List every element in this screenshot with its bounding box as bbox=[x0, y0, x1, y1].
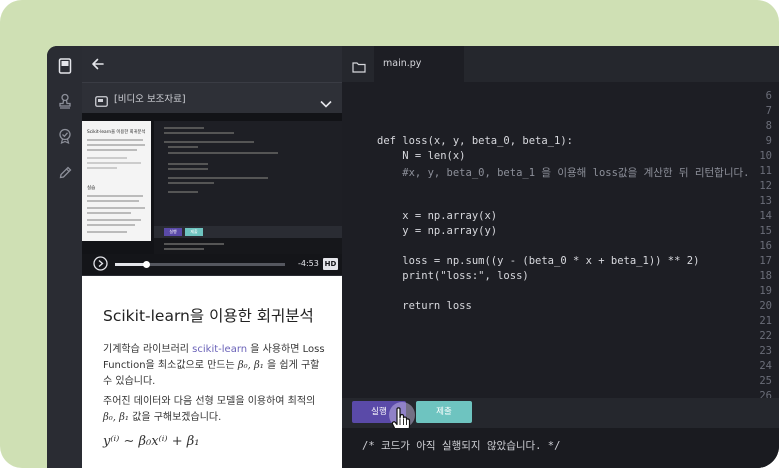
line-number: 13 bbox=[759, 195, 772, 207]
panel-header bbox=[82, 46, 342, 82]
code-area[interactable]: 6 7 8 9 def loss(x, y, beta_0, beta_1): 10 N … bbox=[342, 82, 779, 398]
back-arrow-icon[interactable] bbox=[91, 56, 105, 75]
line-number: 9 bbox=[765, 135, 772, 147]
line-number: 20 bbox=[759, 300, 772, 312]
material-selector[interactable]: [비디오 보조자료] bbox=[82, 82, 342, 114]
line-number: 17 bbox=[759, 255, 772, 267]
side-rail bbox=[47, 46, 82, 468]
line-number: 26 bbox=[759, 390, 772, 398]
video-slide-page: Scikit-learn을 이용한 회귀분석 실습 bbox=[82, 121, 151, 241]
code-line: return loss bbox=[377, 300, 472, 312]
action-bar: 실행 제출 bbox=[342, 398, 779, 434]
tab-main-py[interactable]: main.py bbox=[374, 46, 464, 82]
line-number: 18 bbox=[759, 270, 772, 282]
sklearn-link[interactable]: scikit-learn bbox=[192, 344, 247, 355]
lesson-document: Scikit-learn을 이용한 회귀분석 기계학습 라이브러리 scikit… bbox=[82, 276, 342, 468]
video-slide-console bbox=[154, 238, 342, 254]
play-icon[interactable] bbox=[93, 256, 108, 275]
tab-label: main.py bbox=[383, 58, 422, 69]
chevron-down-icon[interactable] bbox=[320, 93, 332, 112]
line-number: 21 bbox=[759, 315, 772, 327]
folder-icon[interactable] bbox=[352, 58, 366, 77]
app-window: [비디오 보조자료] Scikit-learn을 이용한 회귀분석 실습 실행 … bbox=[47, 46, 779, 468]
video-player[interactable]: Scikit-learn을 이용한 회귀분석 실습 실행 제출 bbox=[82, 113, 342, 275]
lesson-paragraph-1: 기계학습 라이브러리 scikit-learn 을 사용하면 Loss Func… bbox=[103, 342, 331, 390]
code-line: print("loss:", loss) bbox=[377, 270, 529, 282]
line-number: 7 bbox=[765, 105, 772, 117]
video-controls: -4:53 HD bbox=[82, 254, 342, 275]
material-panel: [비디오 보조자료] Scikit-learn을 이용한 회귀분석 실습 실행 … bbox=[82, 46, 342, 468]
line-number: 24 bbox=[759, 360, 772, 372]
video-icon bbox=[95, 92, 108, 111]
line-number: 10 bbox=[759, 150, 772, 162]
video-slide-heading: 실습 bbox=[87, 186, 96, 191]
line-number: 22 bbox=[759, 330, 772, 342]
video-slide-editor bbox=[154, 121, 342, 226]
lesson-paragraph-2: 주어진 데이터와 다음 선형 모델을 이용하여 최적의 β₀, β₁ 값을 구해… bbox=[103, 394, 331, 426]
p1-text-a: 기계학습 라이브러리 bbox=[103, 344, 193, 355]
stamp-icon[interactable] bbox=[55, 91, 74, 110]
code-line: def loss(x, y, beta_0, beta_1): bbox=[377, 135, 573, 147]
video-slide-submit: 제출 bbox=[185, 228, 203, 236]
editor-tabbar: main.py bbox=[342, 46, 779, 82]
pencil-icon[interactable] bbox=[55, 162, 74, 181]
lesson-formula: y⁽ⁱ⁾ ∼ β₀x⁽ⁱ⁾ + β₁ bbox=[103, 434, 200, 449]
video-seek-progress bbox=[115, 263, 146, 266]
line-number: 16 bbox=[759, 240, 772, 252]
code-line: y = np.array(y) bbox=[377, 225, 498, 237]
line-number: 6 bbox=[765, 90, 772, 102]
line-number: 25 bbox=[759, 375, 772, 387]
video-slide-run: 실행 bbox=[164, 228, 182, 236]
console-message: /* 코드가 아직 실행되지 않았습니다. */ bbox=[362, 440, 561, 452]
selector-label: [비디오 보조자료] bbox=[114, 94, 186, 105]
video-slide-title: Scikit-learn을 이용한 회귀분석 bbox=[87, 130, 146, 135]
p2-math: β₀, β₁ bbox=[103, 412, 129, 423]
background: [비디오 보조자료] Scikit-learn을 이용한 회귀분석 실습 실행 … bbox=[0, 0, 779, 468]
submit-button[interactable]: 제출 bbox=[416, 401, 472, 423]
lesson-title: Scikit-learn을 이용한 회귀분석 bbox=[103, 307, 314, 325]
badge-check-icon[interactable] bbox=[55, 126, 74, 145]
p1-math: β₀, β₁ bbox=[237, 360, 264, 371]
video-slide-buttons: 실행 제출 bbox=[154, 226, 342, 238]
line-number: 15 bbox=[759, 225, 772, 237]
line-number: 12 bbox=[759, 180, 772, 192]
video-time: -4:53 bbox=[298, 259, 319, 268]
code-editor: main.py 6 7 8 9 def loss(x, y, beta_0, beta_… bbox=[342, 46, 779, 468]
hd-toggle[interactable]: HD bbox=[323, 258, 338, 270]
video-seek-handle[interactable] bbox=[142, 261, 150, 268]
p2-text-b: 값을 구해보겠습니다. bbox=[128, 412, 222, 423]
line-number: 8 bbox=[765, 120, 772, 132]
code-line: loss = np.sum((y - (beta_0 * x + beta_1)… bbox=[377, 255, 700, 267]
code-line: N = len(x) bbox=[377, 150, 466, 162]
p2-text-a: 주어진 데이터와 다음 선형 모델을 이용하여 최적의 bbox=[103, 396, 316, 407]
line-number: 14 bbox=[759, 210, 772, 222]
line-number: 19 bbox=[759, 285, 772, 297]
output-console: /* 코드가 아직 실행되지 않았습니다. */ bbox=[342, 428, 779, 468]
video-seek-bar[interactable] bbox=[115, 261, 285, 268]
book-icon[interactable] bbox=[55, 56, 74, 75]
code-line: x = np.array(x) bbox=[377, 210, 498, 222]
code-line: #x, y, beta_0, beta_1 을 이용해 loss값을 계산한 뒤… bbox=[377, 167, 750, 179]
line-number: 23 bbox=[759, 345, 772, 357]
